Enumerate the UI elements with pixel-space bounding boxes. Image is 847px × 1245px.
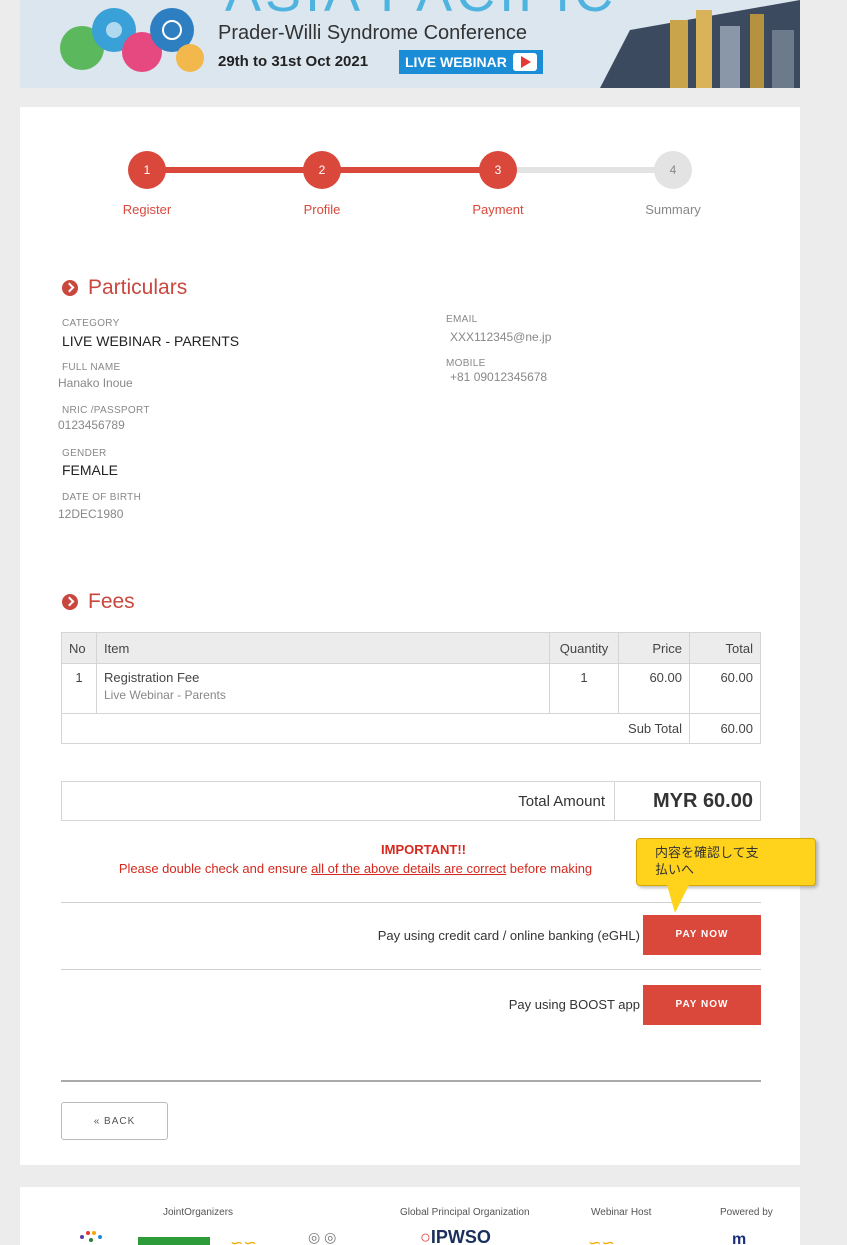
row-quantity: 1: [549, 663, 619, 714]
important-text-pre: Please double check and ensure: [118, 861, 312, 876]
gender-value: FEMALE: [62, 462, 119, 478]
banner-dates: 29th to 31st Oct 2021: [218, 53, 369, 70]
row-price: 60.00: [618, 663, 690, 714]
item-name: Registration Fee: [104, 670, 200, 685]
step-register: 1 Register: [97, 151, 197, 217]
item-subname: Live Webinar - Parents: [104, 688, 226, 702]
conference-banner: ASIA PACIFIC Prader-Willi Syndrome Confe…: [20, 0, 800, 88]
nric-label: NRIC /PASSPORT: [62, 405, 150, 416]
divider: [614, 782, 615, 820]
dob-label: DATE OF BIRTH: [62, 492, 142, 503]
subtotal-row: Sub Total 60.00: [61, 713, 761, 744]
important-text-emphasis: all of the above details are correct: [311, 861, 507, 876]
banner-big-title: ASIA PACIFIC: [225, 0, 617, 24]
fees-table: No Item Quantity Price Total 1 Registrat…: [61, 632, 761, 744]
category-label: CATEGORY: [62, 318, 120, 329]
webinar-host-label: Webinar Host: [591, 1207, 652, 1218]
col-total: Total: [689, 632, 761, 664]
pay-now-boost-button[interactable]: PAY NOW: [643, 985, 761, 1025]
organizer-logo-4: ◎ ◎: [308, 1229, 337, 1245]
banner-subtitle: Prader-Willi Syndrome Conference: [218, 22, 528, 44]
chevron-right-icon: [62, 594, 78, 610]
pay-now-eghl-button[interactable]: PAY NOW: [643, 915, 761, 955]
col-price: Price: [618, 632, 690, 664]
fees-heading: Fees: [62, 590, 135, 614]
organizer-logo-1: [80, 1231, 102, 1242]
organizer-logo-2: [138, 1237, 210, 1245]
back-button[interactable]: « BACK: [61, 1102, 168, 1140]
row-total: 60.00: [689, 663, 761, 714]
dob-value: 12DEC1980: [58, 507, 124, 521]
particulars-heading-text: Particulars: [88, 276, 188, 299]
total-amount-value: MYR 60.00: [652, 790, 753, 812]
row-item: Registration Fee Live Webinar - Parents: [96, 663, 550, 714]
ipwso-logo-text: IPWSO: [430, 1227, 491, 1245]
step-number: 2: [303, 151, 341, 189]
step-label: Summary: [645, 202, 701, 217]
step-label: Payment: [472, 202, 524, 217]
step-label: Profile: [303, 202, 341, 217]
powered-by-logo: m: [732, 1231, 747, 1245]
subtotal-value: 60.00: [689, 713, 761, 744]
col-no: No: [61, 632, 97, 664]
joint-organizers-label: JointOrganizers: [163, 1207, 234, 1218]
mobile-value: +81 09012345678: [450, 370, 548, 384]
city-skyline-image: [600, 0, 800, 88]
conference-people-illustration: [60, 8, 204, 72]
divider: [61, 969, 761, 970]
pay-credit-card-text: Pay using credit card / online banking (…: [377, 928, 640, 943]
full-name-value: Hanako Inoue: [58, 376, 133, 390]
subtotal-label: Sub Total: [61, 713, 690, 744]
email-value: XXX112345@ne.jp: [450, 330, 552, 344]
play-icon: [512, 53, 537, 71]
callout-line-2: 払いへ: [655, 863, 695, 878]
table-row: 1 Registration Fee Live Webinar - Parent…: [61, 663, 761, 714]
callout-line-1: 内容を確認して支: [655, 846, 759, 861]
pay-boost-text: Pay using BOOST app: [508, 997, 640, 1012]
webinar-host-logo: ∽∽: [588, 1235, 615, 1245]
nric-value: 0123456789: [58, 418, 125, 432]
sponsor-footer: JointOrganizers Global Principal Organiz…: [20, 1187, 800, 1245]
step-number: 4: [654, 151, 692, 189]
organizer-logo-3: ∽∽: [230, 1235, 257, 1245]
live-webinar-badge: LIVE WEBINAR: [399, 50, 543, 74]
divider: [61, 902, 761, 903]
full-name-label: FULL NAME: [62, 362, 121, 373]
callout-pointer: [667, 885, 689, 913]
total-amount-box: Total Amount MYR 60.00: [61, 781, 761, 821]
ipwso-logo: ○IPWSO: [420, 1227, 491, 1245]
category-value: LIVE WEBINAR - PARENTS: [62, 333, 240, 349]
row-no: 1: [61, 663, 97, 714]
col-quantity: Quantity: [549, 632, 619, 664]
chevron-right-icon: [62, 280, 78, 296]
important-text-post: before making: [506, 861, 593, 876]
powered-by-label: Powered by: [720, 1207, 773, 1218]
step-payment: 3 Payment: [448, 151, 548, 217]
gender-label: GENDER: [62, 448, 107, 459]
step-summary: 4 Summary: [623, 151, 723, 217]
total-amount-label: Total Amount: [518, 793, 605, 810]
email-label: EMAIL: [446, 314, 478, 325]
particulars-heading: Particulars: [62, 276, 187, 300]
mobile-label: MOBILE: [446, 358, 486, 369]
step-number: 1: [128, 151, 166, 189]
fees-heading-text: Fees: [88, 590, 135, 613]
col-item: Item: [96, 632, 550, 664]
fees-header-row: No Item Quantity Price Total: [61, 632, 761, 664]
step-profile: 2 Profile: [272, 151, 372, 217]
annotation-callout: 内容を確認して支 払いへ: [636, 838, 816, 913]
live-webinar-label: LIVE WEBINAR: [405, 54, 507, 70]
step-number: 3: [479, 151, 517, 189]
global-organization-label: Global Principal Organization: [400, 1207, 530, 1218]
step-label: Register: [122, 202, 172, 217]
divider: [61, 1080, 761, 1082]
